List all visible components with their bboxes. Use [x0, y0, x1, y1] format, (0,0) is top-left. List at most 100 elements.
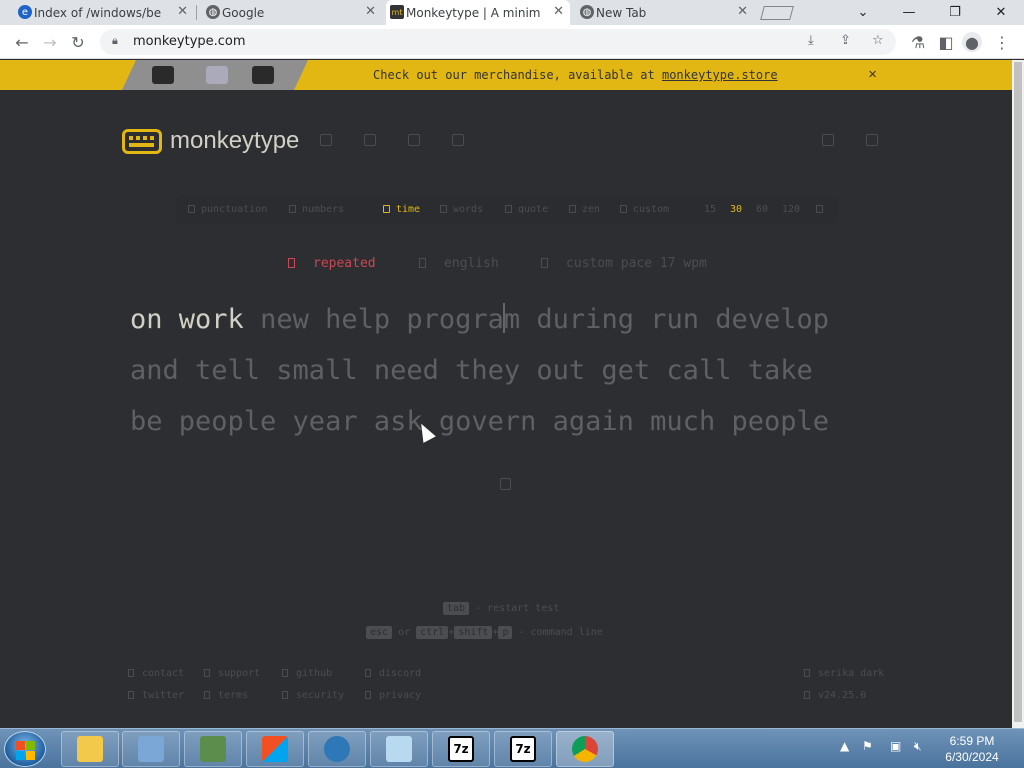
footer-privacy[interactable]: privacy: [365, 690, 421, 701]
forward-arrow-icon[interactable]: →: [40, 32, 60, 52]
crown-icon[interactable]: [364, 134, 376, 146]
footer-contact[interactable]: contact: [128, 668, 184, 679]
page-scrollbar[interactable]: [1012, 60, 1024, 728]
info-icon[interactable]: [408, 134, 420, 146]
tab-index-of-windows[interactable]: e Index of /windows/be ✕: [14, 0, 194, 25]
install-app-icon[interactable]: ⤓: [808, 33, 814, 48]
close-icon[interactable]: ✕: [737, 4, 748, 19]
words-line-1: on work new help program during run deve…: [130, 294, 890, 345]
footer-version[interactable]: v24.25.0: [804, 690, 866, 701]
share-icon[interactable]: ⇪: [840, 33, 851, 48]
wrench-icon: [620, 205, 627, 213]
reload-icon[interactable]: ↻: [68, 32, 88, 52]
new-tab-button[interactable]: [760, 6, 794, 20]
taskbar-7zip-2[interactable]: 7z: [494, 731, 552, 767]
restore-button[interactable]: ❐: [932, 0, 978, 25]
url-text[interactable]: monkeytype.com: [133, 34, 246, 49]
footer-twitter[interactable]: twitter: [128, 690, 184, 701]
envelope-icon: [128, 669, 134, 677]
duration-60[interactable]: 60: [756, 204, 768, 215]
close-icon[interactable]: ✕: [365, 4, 376, 19]
menu-kebab-icon[interactable]: ⋮: [992, 32, 1012, 52]
mode-zen[interactable]: zen: [569, 204, 600, 215]
tab-title: Google: [222, 5, 265, 20]
tab-title: Monkeytype | A minim: [406, 5, 541, 20]
file-contract-icon: [204, 691, 210, 699]
tab-monkeytype[interactable]: mt Monkeytype | A minim ✕: [386, 0, 570, 25]
start-button[interactable]: [4, 731, 46, 767]
close-icon[interactable]: ✕: [177, 4, 188, 19]
footer-theme[interactable]: serika dark: [804, 668, 884, 679]
volume-muted-icon[interactable]: 🔇︎: [914, 739, 922, 754]
user-icon[interactable]: [866, 134, 878, 146]
palette-icon: [804, 669, 810, 677]
close-banner-icon[interactable]: ✕: [868, 68, 877, 81]
tab-search-icon[interactable]: ⌄: [840, 0, 886, 25]
taskbar-windows[interactable]: [246, 731, 304, 767]
settings-icon[interactable]: [452, 134, 464, 146]
taskbar-control-panel[interactable]: [122, 731, 180, 767]
taskbar-notepad[interactable]: [370, 731, 428, 767]
tab-google[interactable]: ◍ Google ✕: [202, 0, 382, 25]
bookmark-star-icon[interactable]: ☆: [872, 33, 884, 48]
restart-test-icon[interactable]: [500, 478, 511, 490]
side-panel-icon[interactable]: ◧: [936, 32, 956, 52]
footer-terms[interactable]: terms: [204, 690, 248, 701]
twitter-icon: [128, 691, 134, 699]
back-arrow-icon[interactable]: ←: [12, 32, 32, 52]
tab-separator: [196, 5, 197, 20]
restart-hint: tab - restart test: [443, 602, 559, 615]
code-icon: [282, 669, 288, 677]
mode-words[interactable]: words: [440, 204, 483, 215]
globe-icon: ◍: [206, 5, 220, 19]
donate-icon: [204, 669, 210, 677]
merch-store-link[interactable]: monkeytype.store: [662, 68, 778, 82]
keyboard-icon[interactable]: [320, 134, 332, 146]
taskbar-chrome[interactable]: [556, 731, 614, 767]
or-text: or: [398, 627, 411, 638]
punctuation-toggle[interactable]: punctuation: [188, 204, 267, 215]
numbers-toggle[interactable]: numbers: [289, 204, 344, 215]
minimize-button[interactable]: —: [886, 0, 932, 25]
show-hidden-icons-icon[interactable]: ▲: [840, 739, 849, 753]
mode-quote[interactable]: quote: [505, 204, 548, 215]
address-bar[interactable]: 🔒︎ monkeytype.com ⤓ ⇪ ☆: [100, 29, 896, 55]
footer-security[interactable]: security: [282, 690, 344, 701]
action-center-flag-icon[interactable]: ⚑: [862, 739, 873, 753]
taskbar-7zip-1[interactable]: 7z: [432, 731, 490, 767]
typing-words-area[interactable]: on work new help program during run deve…: [130, 294, 890, 447]
lock-icon[interactable]: 🔒︎: [112, 34, 118, 48]
footer-github[interactable]: github: [282, 668, 332, 679]
custom-time-icon[interactable]: [816, 204, 829, 215]
duration-30[interactable]: 30: [730, 204, 742, 215]
language-selector[interactable]: english: [419, 256, 499, 271]
hashtag-icon: [289, 205, 296, 213]
words-line-2: and tell small need they out get call ta…: [130, 355, 813, 386]
profile-avatar-icon[interactable]: ●: [962, 32, 982, 52]
mode-custom[interactable]: custom: [620, 204, 669, 215]
close-window-button[interactable]: ✕: [978, 0, 1024, 25]
duration-15[interactable]: 15: [704, 204, 716, 215]
seven-zip-icon: 7z: [510, 736, 536, 762]
network-status-icon[interactable]: ▣: [890, 739, 901, 753]
close-icon[interactable]: ✕: [553, 4, 564, 19]
merch-image[interactable]: [122, 60, 308, 90]
taskbar-network[interactable]: [184, 731, 242, 767]
duration-120[interactable]: 120: [782, 204, 800, 215]
mode-time[interactable]: time: [383, 204, 420, 215]
bell-icon[interactable]: [822, 134, 834, 146]
extensions-icon[interactable]: ⚗: [908, 32, 928, 52]
repeated-indicator[interactable]: repeated: [288, 256, 376, 271]
taskbar-explorer[interactable]: [61, 731, 119, 767]
tab-key: tab: [443, 602, 470, 615]
tab-new-tab[interactable]: ◍ New Tab ✕: [576, 0, 754, 25]
footer-discord[interactable]: discord: [365, 668, 421, 679]
scrollbar-thumb[interactable]: [1014, 62, 1022, 722]
network-icon: [200, 736, 226, 762]
merch-banner: Check out our merchandise, available at …: [0, 60, 1012, 90]
tachometer-icon: [541, 258, 548, 268]
pace-caret-indicator[interactable]: custom pace 17 wpm: [541, 256, 707, 271]
footer-support[interactable]: support: [204, 668, 260, 679]
system-clock[interactable]: 6:59 PM 6/30/2024: [936, 733, 1008, 765]
taskbar-media[interactable]: [308, 731, 366, 767]
